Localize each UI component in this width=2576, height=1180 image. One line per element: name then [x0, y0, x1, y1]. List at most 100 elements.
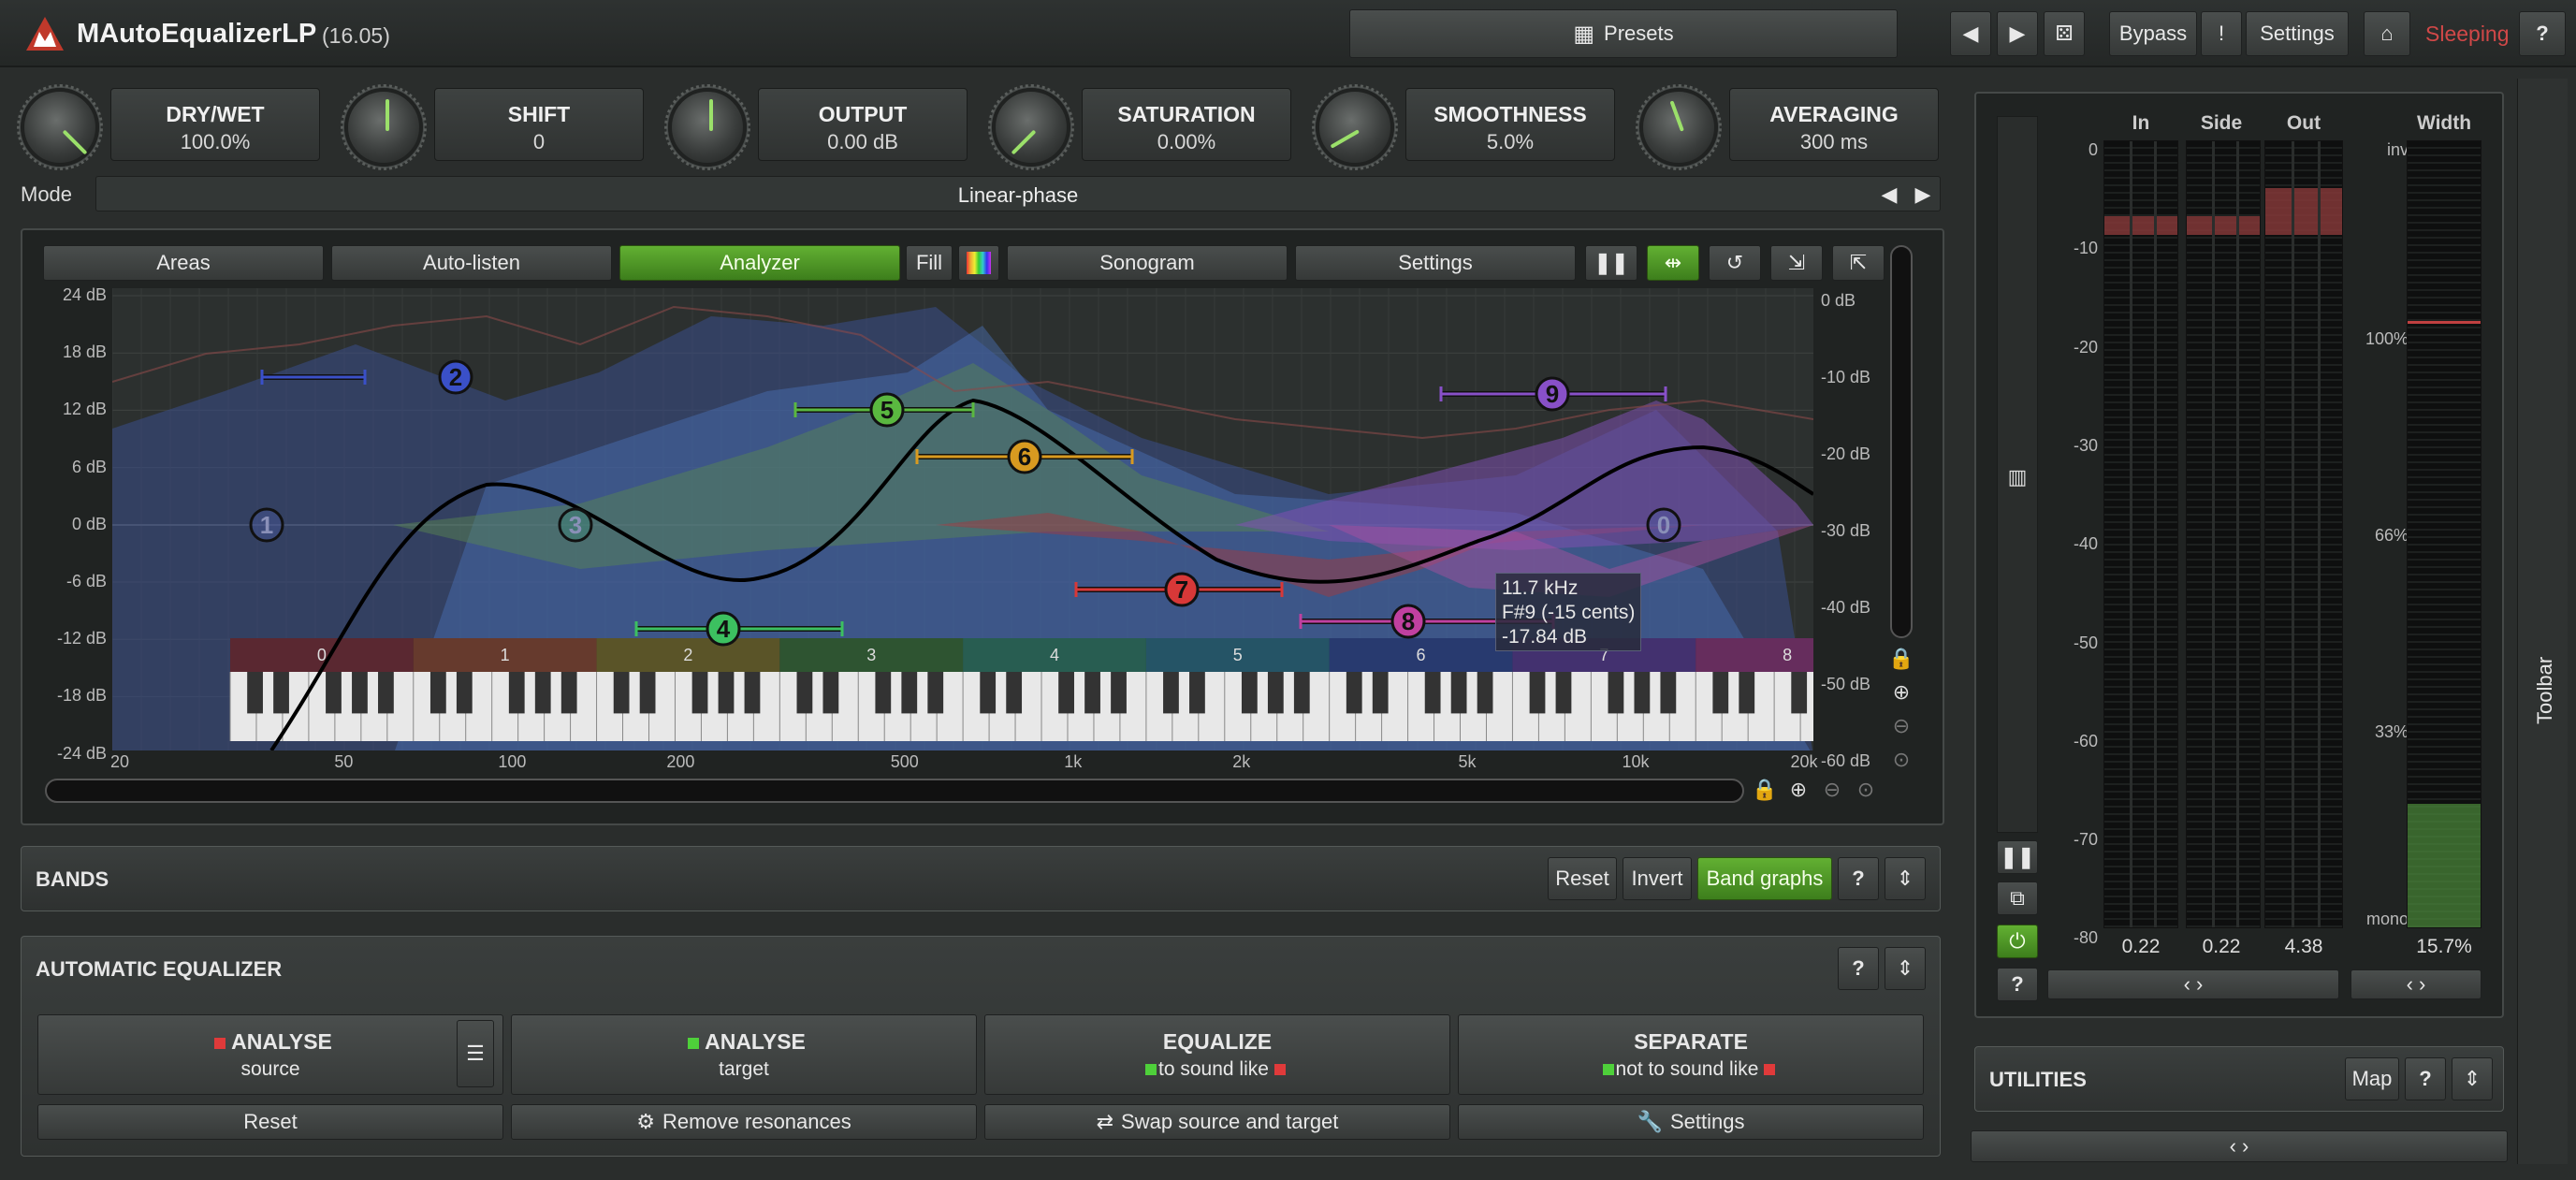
- auto-eq-help-button[interactable]: ?: [1838, 947, 1879, 990]
- swap-button[interactable]: ⇄ Swap source and target: [984, 1104, 1450, 1140]
- meter-power-button[interactable]: ⏻: [1997, 925, 2038, 958]
- db-right-label: -10 dB: [1821, 368, 1871, 386]
- areas-button[interactable]: Areas: [43, 245, 324, 281]
- output-label: OUTPUT: [818, 102, 908, 126]
- lock-icon[interactable]: 🔒: [1888, 646, 1914, 672]
- settings-button[interactable]: Settings: [2246, 11, 2349, 56]
- analyzer-button[interactable]: Analyzer: [619, 245, 900, 281]
- prev-preset-button[interactable]: ◀: [1950, 11, 1991, 56]
- meter-pause-button[interactable]: ❚❚: [1997, 840, 2038, 874]
- band-handle-3[interactable]: 3: [558, 507, 593, 543]
- utilities-help-button[interactable]: ?: [2405, 1057, 2446, 1100]
- bands-reset-button[interactable]: Reset: [1548, 857, 1617, 900]
- help-button[interactable]: ?: [2519, 11, 2566, 56]
- bands-help-button[interactable]: ?: [1838, 857, 1879, 900]
- alert-button[interactable]: !: [2201, 11, 2242, 56]
- map-button[interactable]: Map: [2345, 1057, 2399, 1100]
- presets-button[interactable]: ▦ Presets: [1349, 9, 1898, 58]
- smoothness-display[interactable]: SMOOTHNESS 5.0%: [1405, 88, 1615, 161]
- remove-resonances-button[interactable]: ⚙ Remove resonances: [511, 1104, 977, 1140]
- band-area: [1235, 401, 1813, 550]
- freq-label: 1k: [1064, 752, 1083, 771]
- analyse-source-button[interactable]: ANALYSE source: [37, 1014, 503, 1095]
- level-meter: [2186, 140, 2261, 928]
- meter-lr-button[interactable]: ‹ ›: [2047, 969, 2339, 999]
- output-knob[interactable]: [664, 84, 750, 170]
- separate-button[interactable]: SEPARATE not to sound like: [1458, 1014, 1924, 1095]
- mode-selector[interactable]: Linear-phase: [95, 176, 1941, 211]
- meter-mode-button[interactable]: ⧉: [1997, 881, 2038, 915]
- averaging-knob[interactable]: [1636, 84, 1722, 170]
- meter-peak-zone: [2104, 216, 2177, 235]
- utilities-lr-button[interactable]: ‹ ›: [1971, 1130, 2508, 1162]
- bands-invert-button[interactable]: Invert: [1623, 857, 1692, 900]
- bypass-button[interactable]: Bypass: [2109, 11, 2197, 56]
- reset-view-button[interactable]: ↺: [1709, 245, 1761, 281]
- separate-title: SEPARATE: [1634, 1028, 1748, 1054]
- fill-button[interactable]: Fill: [906, 245, 953, 281]
- width-lr-button[interactable]: ‹ ›: [2350, 969, 2481, 999]
- auto-eq-title: AUTOMATIC EQUALIZER: [36, 957, 283, 981]
- logo-icon[interactable]: [24, 15, 65, 52]
- saturation-display[interactable]: SATURATION 0.00%: [1082, 88, 1291, 161]
- smoothness-value: 5.0%: [1486, 130, 1535, 153]
- pause-button[interactable]: ❚❚: [1585, 245, 1637, 281]
- zoom-out-icon[interactable]: ⊖: [1819, 777, 1845, 803]
- meter-header: Width: [2416, 112, 2472, 134]
- band-handle-9[interactable]: 9: [1439, 376, 1667, 412]
- next-preset-button[interactable]: ▶: [1997, 11, 2038, 56]
- shift-display[interactable]: SHIFT 0: [434, 88, 644, 161]
- meter-divider: [2129, 141, 2132, 927]
- auto-eq-settings-button[interactable]: 🔧 Settings: [1458, 1104, 1924, 1140]
- shift-knob[interactable]: [341, 84, 427, 170]
- side-toolbar[interactable]: Toolbar: [2517, 79, 2568, 1164]
- smoothness-knob[interactable]: [1312, 84, 1398, 170]
- meter-help-button[interactable]: ?: [1997, 968, 2038, 1001]
- meter-view-icon[interactable]: ▥: [1999, 459, 2036, 496]
- fit-button[interactable]: ⇹: [1647, 245, 1699, 281]
- dry-wet-knob[interactable]: [17, 84, 103, 170]
- horizontal-scrollbar[interactable]: [45, 779, 1744, 803]
- analyse-target-button[interactable]: ANALYSE target: [511, 1014, 977, 1095]
- knob-ticks: [17, 84, 103, 170]
- random-preset-button[interactable]: ⚄: [2044, 11, 2085, 56]
- eq-graph[interactable]: 0123456781234567890: [112, 288, 1813, 750]
- home-button[interactable]: ⌂: [2364, 11, 2410, 56]
- red-indicator: [1273, 1063, 1286, 1075]
- spectrum-color-button[interactable]: [958, 245, 999, 281]
- utilities-expand-button[interactable]: ⇕: [2452, 1057, 2493, 1100]
- auto-eq-expand-button[interactable]: ⇕: [1885, 947, 1926, 990]
- auto-eq-reset-button[interactable]: Reset: [37, 1104, 503, 1140]
- zoom-out-icon[interactable]: ⊖: [1888, 713, 1914, 739]
- vertical-scrollbar[interactable]: [1890, 245, 1913, 638]
- saturation-knob[interactable]: [988, 84, 1074, 170]
- autolisten-button[interactable]: Auto-listen: [331, 245, 612, 281]
- mode-prev-button[interactable]: ◀: [1875, 180, 1903, 210]
- band-handle-1[interactable]: 1: [249, 507, 284, 543]
- freq-label: 50: [334, 752, 354, 771]
- mode-next-button[interactable]: ▶: [1909, 180, 1937, 210]
- band-graphs-button[interactable]: Band graphs: [1697, 857, 1832, 900]
- lock-icon[interactable]: 🔒: [1752, 777, 1778, 803]
- octave-label: 5: [1233, 646, 1243, 664]
- band-handle-0[interactable]: 0: [1646, 507, 1681, 543]
- export-button[interactable]: ⇱: [1832, 245, 1885, 281]
- zoom-in-icon[interactable]: ⊕: [1785, 777, 1812, 803]
- import-button[interactable]: ⇲: [1770, 245, 1823, 281]
- zoom-in-icon[interactable]: ⊕: [1888, 679, 1914, 706]
- averaging-display[interactable]: AVERAGING 300 ms: [1729, 88, 1939, 161]
- freq-label: 100: [498, 752, 527, 771]
- bands-expand-button[interactable]: ⇕: [1885, 857, 1926, 900]
- dry-wet-display[interactable]: DRY/WET 100.0%: [110, 88, 320, 161]
- width-scale-label: inv: [2386, 140, 2409, 159]
- graph-settings-button[interactable]: Settings: [1295, 245, 1576, 281]
- sonogram-button[interactable]: Sonogram: [1007, 245, 1288, 281]
- meter-divider: [2236, 141, 2240, 927]
- equalize-button[interactable]: EQUALIZE to sound like: [984, 1014, 1450, 1095]
- zoom-reset-icon[interactable]: ⊙: [1888, 747, 1914, 773]
- averaging-value: 300 ms: [1799, 130, 1869, 153]
- side-toolbar-label: Toolbar: [2533, 656, 2556, 724]
- zoom-reset-icon[interactable]: ⊙: [1853, 777, 1879, 803]
- analyse-source-menu-button[interactable]: ☰: [457, 1020, 494, 1087]
- output-display[interactable]: OUTPUT 0.00 dB: [758, 88, 968, 161]
